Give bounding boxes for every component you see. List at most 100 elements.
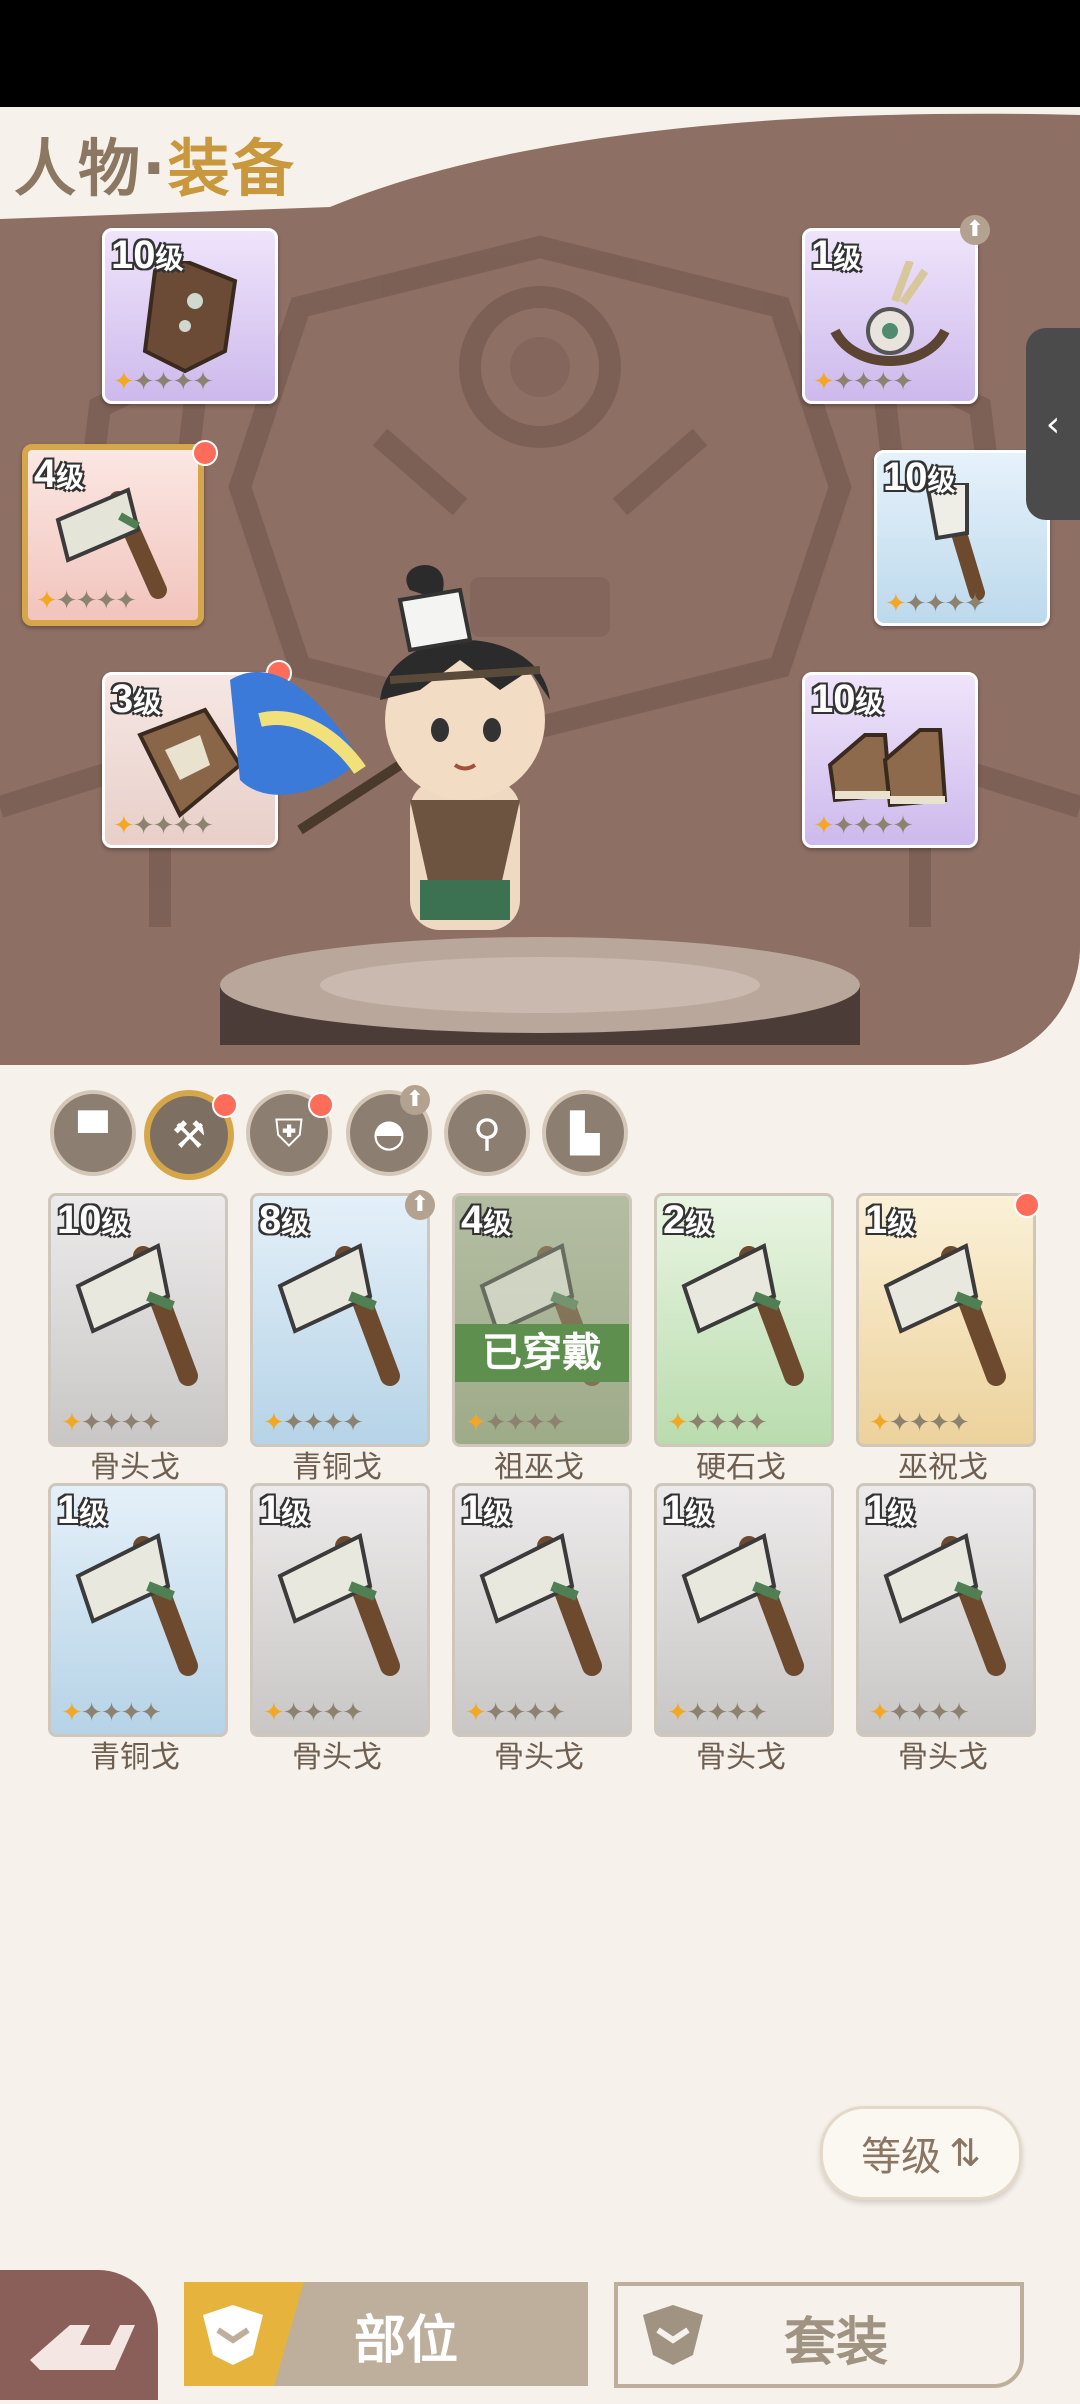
stone-axe-icon xyxy=(75,1243,198,1386)
slot-level: 1级 xyxy=(811,233,862,277)
sort-toggle-icon: ⇅ xyxy=(949,2131,981,2175)
rarity-stars: ✦✦✦✦✦ xyxy=(465,1698,566,1728)
inventory-item[interactable]: 1级 ✦✦✦✦✦ xyxy=(452,1483,632,1737)
chevron-left-icon: ‹ xyxy=(1045,403,1061,445)
upgrade-arrow-icon: ⬆ xyxy=(400,1085,430,1115)
slot-level: 10级 xyxy=(111,233,184,277)
boots-icon: ▙ xyxy=(570,1111,600,1155)
item-name: 骨头戈 xyxy=(90,1450,180,1485)
notification-dot xyxy=(1014,1192,1040,1218)
item-name: 巫祝戈 xyxy=(898,1450,988,1485)
item-name: 青铜戈 xyxy=(90,1740,180,1775)
rarity-stars: ✦✦✦✦✦ xyxy=(61,1408,162,1438)
rarity-stars: ✦✦✦✦✦ xyxy=(813,367,914,397)
inventory-item[interactable]: 8级 ✦✦✦✦✦ xyxy=(250,1193,430,1447)
slot-level: 3级 xyxy=(111,677,162,721)
weapon-icon: ⚒ xyxy=(171,1113,207,1157)
stone-axe-icon xyxy=(277,1533,400,1676)
rarity-stars: ✦✦✦✦✦ xyxy=(465,1408,566,1438)
page-title-character: 人物· xyxy=(14,132,168,205)
necklace-icon xyxy=(830,261,950,366)
side-panel-toggle[interactable]: ‹ xyxy=(1026,328,1080,520)
necklace-icon: ⚲ xyxy=(473,1111,501,1155)
item-level: 1级 xyxy=(865,1198,916,1242)
set-emblem-icon xyxy=(643,2305,703,2365)
item-level: 1级 xyxy=(57,1488,108,1532)
upgrade-arrow-icon: ⬆ xyxy=(960,215,990,245)
inventory-item[interactable]: 1级 ✦✦✦✦✦ xyxy=(654,1483,834,1737)
stone-axe-icon xyxy=(277,1243,400,1386)
rarity-stars: ✦✦✦✦✦ xyxy=(869,1408,970,1438)
slot-level: 10级 xyxy=(883,455,956,499)
inventory-item[interactable]: 1级 ✦✦✦✦✦ xyxy=(856,1193,1036,1447)
part-emblem-icon xyxy=(203,2305,263,2365)
item-level: 1级 xyxy=(461,1488,512,1532)
category-armor[interactable]: ▀ xyxy=(50,1090,136,1176)
item-level: 1级 xyxy=(259,1488,310,1532)
stone-axe-icon xyxy=(75,1533,198,1676)
inventory-item[interactable]: 10级 ✦✦✦✦✦ xyxy=(48,1193,228,1447)
status-bar xyxy=(0,0,1080,107)
back-swoosh-icon xyxy=(30,2325,135,2370)
item-name: 骨头戈 xyxy=(292,1740,382,1775)
rarity-stars: ✦✦✦✦✦ xyxy=(263,1408,364,1438)
stone-axe-icon xyxy=(681,1533,804,1676)
page-title-equipment: 装备 xyxy=(167,132,296,205)
item-level: 8级 xyxy=(259,1198,310,1242)
category-boots[interactable]: ▙ xyxy=(542,1090,628,1176)
stone-axe-icon xyxy=(883,1533,1006,1676)
item-level: 10级 xyxy=(57,1198,130,1242)
category-necklace[interactable]: ⚲ xyxy=(444,1090,530,1176)
stone-axe-icon xyxy=(55,487,167,599)
inventory-item[interactable]: 1级 ✦✦✦✦✦ xyxy=(250,1483,430,1737)
item-name: 骨头戈 xyxy=(898,1740,988,1775)
slot-weapon[interactable]: 4级 ✦✦✦✦✦ xyxy=(22,444,204,626)
slot-level: 4级 xyxy=(34,452,85,496)
rarity-stars: ✦✦✦✦✦ xyxy=(813,811,914,841)
inventory-item[interactable]: 2级 ✦✦✦✦✦ xyxy=(654,1193,834,1447)
item-name: 骨头戈 xyxy=(494,1740,584,1775)
armor-icon: ▀ xyxy=(78,1111,108,1155)
notification-dot xyxy=(192,440,218,466)
item-name: 骨头戈 xyxy=(696,1740,786,1775)
item-name: 祖巫戈 xyxy=(494,1450,584,1485)
upgrade-arrow-icon: ⬆ xyxy=(405,1190,435,1220)
rarity-stars: ✦✦✦✦✦ xyxy=(36,586,137,616)
equipped-badge: 已穿戴 xyxy=(455,1324,629,1382)
slot-level: 10级 xyxy=(811,677,884,721)
sort-by-level-button[interactable]: 等级 ⇅ xyxy=(820,2106,1022,2200)
shield-icon: ⛨ xyxy=(274,1110,304,1155)
inventory-item[interactable]: 4级 已穿戴 ✦✦✦✦✦ xyxy=(452,1193,632,1447)
bone-club-icon xyxy=(924,483,985,601)
sort-label: 等级 xyxy=(861,2134,942,2180)
inventory-item[interactable]: 1级 ✦✦✦✦✦ xyxy=(48,1483,228,1737)
stone-axe-icon xyxy=(883,1243,1006,1386)
rarity-stars: ✦✦✦✦✦ xyxy=(667,1408,768,1438)
rarity-stars: ✦✦✦✦✦ xyxy=(113,367,214,397)
player-character xyxy=(230,565,550,930)
stone-axe-icon xyxy=(479,1533,602,1676)
boots-icon xyxy=(827,728,948,808)
tab-part-label: 部位 xyxy=(354,2311,459,2371)
item-name: 硬石戈 xyxy=(696,1450,786,1485)
item-name: 青铜戈 xyxy=(292,1450,382,1485)
rarity-stars: ✦✦✦✦✦ xyxy=(61,1698,162,1728)
slot-boots[interactable]: 10级 ✦✦✦✦✦ xyxy=(802,672,978,848)
rarity-stars: ✦✦✦✦✦ xyxy=(885,589,986,619)
helmet-icon: ◓ xyxy=(372,1111,406,1155)
item-level: 1级 xyxy=(663,1488,714,1532)
tab-set-label: 套装 xyxy=(784,2313,889,2373)
back-button[interactable] xyxy=(0,2270,158,2400)
slot-necklace[interactable]: 1级 ✦✦✦✦✦ xyxy=(802,228,978,404)
tab-set[interactable]: 套装 xyxy=(614,2282,1024,2388)
item-level: 1级 xyxy=(865,1488,916,1532)
stone-axe-icon xyxy=(681,1243,804,1386)
notification-dot xyxy=(212,1092,238,1118)
item-level: 4级 xyxy=(461,1198,512,1242)
notification-dot xyxy=(308,1092,334,1118)
armor-vest-icon xyxy=(142,261,238,374)
slot-club[interactable]: 10级 ✦✦✦✦✦ xyxy=(874,450,1050,626)
inventory-item[interactable]: 1级 ✦✦✦✦✦ xyxy=(856,1483,1036,1737)
slot-armor[interactable]: 10级 ✦✦✦✦✦ xyxy=(102,228,278,404)
tab-part[interactable]: 部位 xyxy=(184,2282,588,2386)
